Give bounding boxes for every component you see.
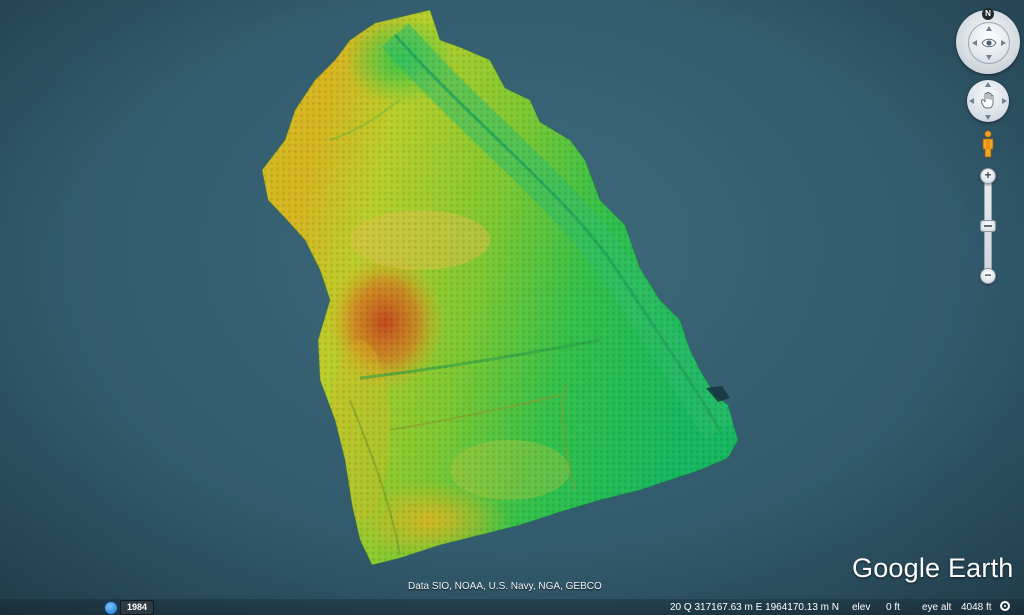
move-control[interactable]	[967, 80, 1009, 122]
pan-left-arrow-icon[interactable]	[969, 98, 974, 104]
look-up-arrow-icon[interactable]	[986, 26, 992, 31]
pegman-icon[interactable]	[980, 130, 996, 160]
zoom-out-button[interactable]: −	[980, 268, 996, 284]
cursor-coordinates: 20 Q 317167.63 m E 1964170.13 m N	[670, 602, 840, 613]
data-attribution: Data SIO, NOAA, U.S. Navy, NGA, GEBCO	[408, 581, 602, 592]
eye-altitude-value: 4048 ft	[961, 602, 992, 613]
look-joystick[interactable]	[968, 22, 1010, 64]
pan-down-arrow-icon[interactable]	[985, 115, 991, 120]
elevation-value: 0 ft	[886, 602, 900, 613]
north-up-button[interactable]: N	[982, 8, 994, 20]
pan-up-arrow-icon[interactable]	[985, 82, 991, 87]
zoom-slider-thumb[interactable]	[980, 220, 996, 232]
look-around-control[interactable]: N	[956, 8, 1020, 74]
pan-right-arrow-icon[interactable]	[1002, 98, 1007, 104]
imagery-year-badge[interactable]: 1984	[120, 600, 154, 615]
zoom-in-button[interactable]: +	[980, 168, 996, 184]
elevation-overlay	[261, 9, 739, 566]
elevation-label: elev	[852, 602, 871, 613]
look-down-arrow-icon[interactable]	[986, 55, 992, 60]
streaming-icon	[1000, 601, 1010, 611]
google-earth-logo: Google Earth	[852, 553, 1014, 583]
look-right-arrow-icon[interactable]	[1001, 40, 1006, 46]
eye-icon	[981, 38, 997, 48]
hand-icon	[981, 91, 994, 109]
eye-altitude-label: eye alt	[922, 602, 952, 613]
history-clock-icon[interactable]	[104, 601, 118, 615]
look-left-arrow-icon[interactable]	[972, 40, 977, 46]
